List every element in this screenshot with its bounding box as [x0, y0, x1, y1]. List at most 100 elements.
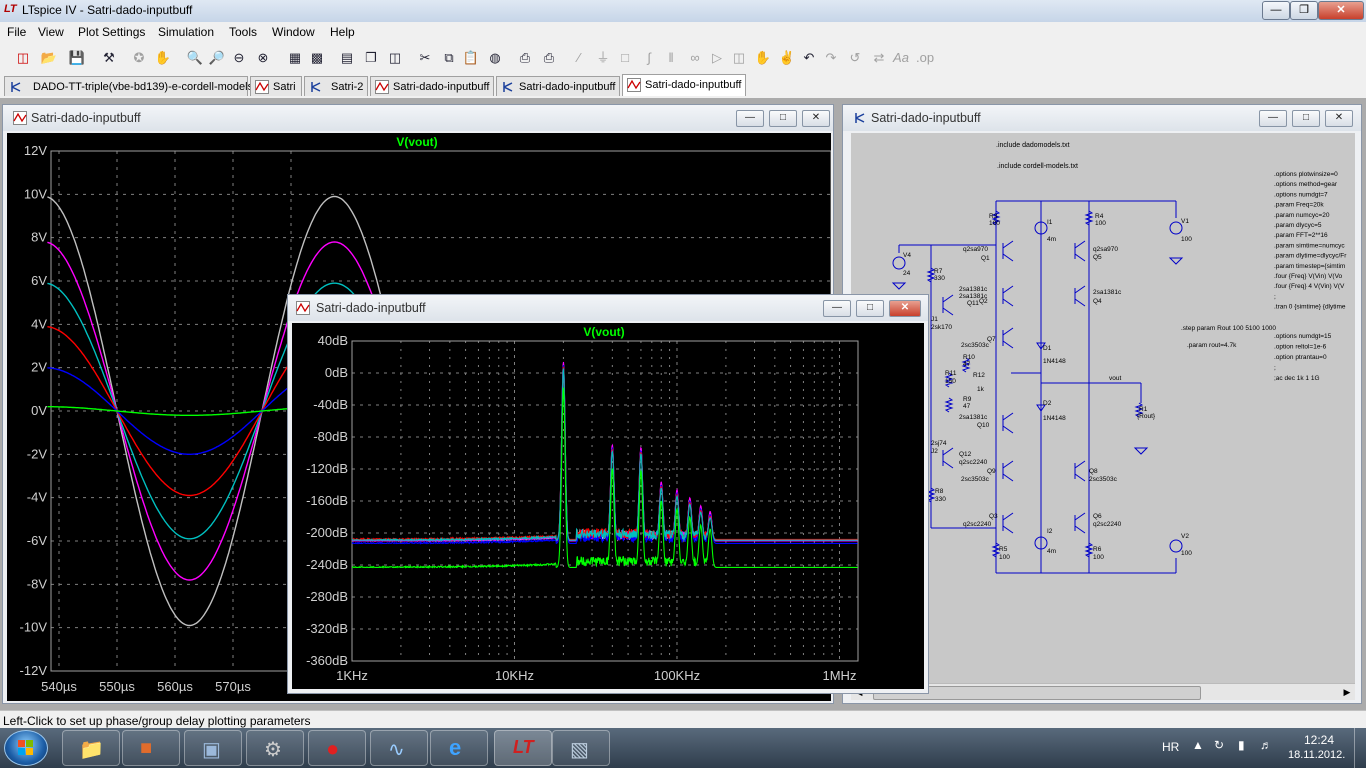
diode-icon[interactable]: ▷	[708, 49, 726, 67]
open-icon[interactable]: 📂	[40, 49, 58, 67]
tab-satri-dado-inputbuff-schematic[interactable]: Satri-dado-inputbuff	[496, 76, 620, 96]
undo-icon[interactable]: ↶	[800, 49, 818, 67]
tab-dado-tt-triple[interactable]: DADO-TT-triple(vbe-bd139)-e-cordell-mode…	[4, 76, 253, 96]
volume-icon[interactable]: ♬	[1260, 738, 1272, 752]
print-icon[interactable]: ⎙	[540, 49, 558, 67]
taskbar-ltspice-button[interactable]: LT	[494, 730, 552, 766]
clock-time[interactable]: 12:24	[1304, 733, 1334, 747]
halt-icon[interactable]: ✋	[154, 49, 172, 67]
fft-chart[interactable]: V(vout) 40dB 0dB -40dB -80dB -120dB -160dB -20…	[292, 323, 924, 689]
menu-plot-settings[interactable]: Plot Settings	[78, 25, 145, 39]
rotate-icon[interactable]: ↺	[846, 49, 864, 67]
capacitor-icon[interactable]: ‖	[662, 49, 680, 67]
component-label: 2sa1381c	[1093, 289, 1122, 296]
tab-satri-dado-inputbuff-active[interactable]: Satri-dado-inputbuff	[622, 74, 746, 96]
label-icon[interactable]: □	[616, 49, 634, 67]
minimize-button[interactable]: —	[736, 110, 764, 127]
move-icon[interactable]: ✋	[754, 49, 772, 67]
chart-title[interactable]: V(vout)	[583, 325, 624, 339]
resistor-icon[interactable]: ∫	[640, 49, 658, 67]
taskbar-app-button[interactable]: ▧	[552, 730, 610, 766]
zoom-in-icon[interactable]: 🔍	[186, 49, 204, 67]
taskbar-app-button[interactable]: ∿	[370, 730, 428, 766]
start-button[interactable]	[4, 730, 48, 766]
menu-help[interactable]: Help	[330, 25, 355, 39]
zoom-fit-icon[interactable]: ⊗	[254, 49, 272, 67]
new-schematic-icon[interactable]: ◫	[14, 49, 32, 67]
ground-icon[interactable]: ⏚	[594, 49, 612, 67]
sync-icon[interactable]: ↻	[1214, 738, 1224, 752]
tab-satri-2[interactable]: Satri-2	[304, 76, 368, 96]
run-icon[interactable]: ✪	[130, 49, 148, 67]
zoom-out-icon[interactable]: ⊖	[230, 49, 248, 67]
redo-icon[interactable]: ↷	[822, 49, 840, 67]
schematic-wire	[1074, 525, 1086, 534]
text-icon[interactable]: Aa	[892, 49, 910, 67]
tab-label: Satri-2	[331, 81, 364, 93]
language-indicator[interactable]: HR	[1162, 740, 1179, 754]
clock-date[interactable]: 18.11.2012.	[1288, 749, 1345, 761]
scroll-right-arrow-icon[interactable]: ▶	[1339, 684, 1355, 700]
minimize-button[interactable]: —	[1262, 1, 1290, 20]
spice-directive-icon[interactable]: .op	[916, 49, 934, 67]
component-icon[interactable]: ◫	[730, 49, 748, 67]
close-button[interactable]: ✕	[802, 110, 830, 127]
window-titlebar[interactable]: Satri-dado-inputbuff — □ ✕	[288, 295, 928, 321]
minimize-button[interactable]: —	[823, 300, 851, 317]
spice-directive: ;	[1274, 293, 1276, 300]
zoom-pan-icon[interactable]: 🔎	[208, 49, 226, 67]
component-label: Q11	[967, 300, 979, 307]
component-label: 24	[903, 270, 911, 277]
close-button[interactable]: ✕	[1325, 110, 1353, 127]
schematic-icon	[855, 113, 865, 123]
taskbar-explorer-button[interactable]: 📁	[62, 730, 120, 766]
window-titlebar[interactable]: Satri-dado-inputbuff — □ ✕	[843, 105, 1361, 131]
maximize-button[interactable]: □	[769, 110, 797, 127]
drag-icon[interactable]: ✌	[778, 49, 796, 67]
fft-plot-area[interactable]: V(vout) 40dB 0dB -40dB -80dB -120dB -160dB -20…	[292, 323, 924, 689]
close-button[interactable]: ✕	[1318, 1, 1364, 20]
menu-tools[interactable]: Tools	[229, 25, 257, 39]
copy-icon[interactable]: ⧉	[440, 49, 458, 67]
maximize-button[interactable]: □	[856, 300, 884, 317]
inductor-icon[interactable]: ∞	[686, 49, 704, 67]
paste-icon[interactable]: 📋	[462, 49, 480, 67]
control-panel-icon[interactable]: ⚒	[100, 49, 118, 67]
tab-satri[interactable]: Satri	[250, 76, 302, 96]
network-icon[interactable]: ▮	[1238, 738, 1245, 752]
taskbar-app-button[interactable]: ⚙	[246, 730, 304, 766]
tile-horizontal-icon[interactable]: ▤	[338, 49, 356, 67]
wire-icon[interactable]: ∕	[570, 49, 588, 67]
chart-title[interactable]: V(vout)	[396, 135, 437, 149]
close-button[interactable]: ✕	[889, 300, 921, 317]
minimize-button[interactable]: —	[1259, 110, 1287, 127]
menu-simulation[interactable]: Simulation	[158, 25, 214, 39]
mirror-icon[interactable]: ⇄	[870, 49, 888, 67]
taskbar-browser-button[interactable]: e	[430, 730, 488, 766]
fft-plot-window[interactable]: Satri-dado-inputbuff — □ ✕ V(vout) 40dB 0…	[287, 294, 929, 694]
close-all-icon[interactable]: ◫	[386, 49, 404, 67]
y-tick-label: -280dB	[306, 589, 348, 604]
taskbar-app-button[interactable]: ●	[308, 730, 366, 766]
tab-satri-dado-inputbuff-wave[interactable]: Satri-dado-inputbuff	[370, 76, 494, 96]
menu-window[interactable]: Window	[272, 25, 315, 39]
ltspice-icon: LT	[513, 737, 534, 757]
taskbar-app-button[interactable]: ■	[122, 730, 180, 766]
restore-button[interactable]: ❐	[1290, 1, 1318, 20]
maximize-button[interactable]: □	[1292, 110, 1320, 127]
window-titlebar[interactable]: Satri-dado-inputbuff — □ ✕	[3, 105, 833, 131]
menu-file[interactable]: File	[7, 25, 26, 39]
cut-icon[interactable]: ✂	[416, 49, 434, 67]
cascade-icon[interactable]: ❐	[362, 49, 380, 67]
taskbar-app-button[interactable]: ▣	[184, 730, 242, 766]
show-hidden-icons-icon[interactable]: ▲	[1192, 738, 1204, 752]
autorange-icon[interactable]: ▦	[286, 49, 304, 67]
schematic-wire	[1002, 285, 1014, 294]
print-setup-icon[interactable]: ⎙	[516, 49, 534, 67]
save-icon[interactable]: 💾	[68, 49, 86, 67]
grid-icon[interactable]: ▩	[308, 49, 326, 67]
find-icon[interactable]: ◍	[486, 49, 504, 67]
spice-directive: ;ac dec 1k 1 1G	[1274, 375, 1320, 382]
show-desktop-button[interactable]	[1354, 728, 1366, 768]
menu-view[interactable]: View	[38, 25, 64, 39]
